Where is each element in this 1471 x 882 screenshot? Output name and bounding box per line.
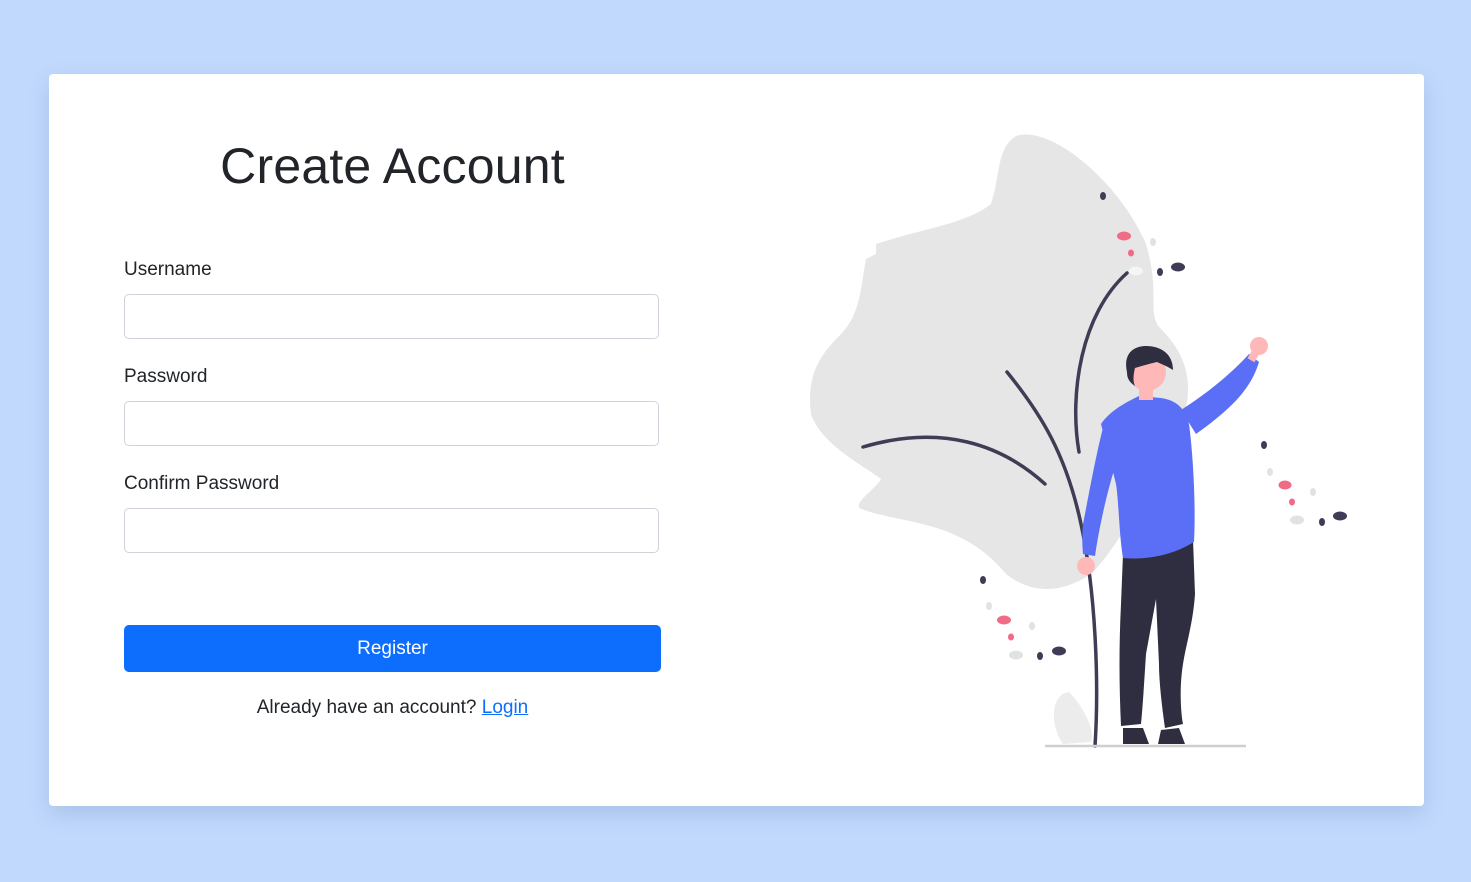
register-button[interactable]: Register — [124, 625, 661, 672]
page-title: Create Account — [220, 138, 565, 194]
confirm-password-input[interactable] — [124, 508, 659, 553]
username-label: Username — [124, 259, 212, 280]
person-waving-illustration — [810, 134, 1347, 748]
password-input[interactable] — [124, 401, 659, 446]
confetti-right — [1261, 441, 1347, 526]
person-arm-raised — [1181, 354, 1259, 434]
login-prompt-line: Already have an account? Login — [124, 695, 661, 721]
username-input[interactable] — [124, 294, 659, 339]
person-shoe-left — [1123, 728, 1149, 744]
ground-leaf — [1053, 692, 1092, 744]
confirm-password-label: Confirm Password — [124, 473, 280, 494]
person-shoe-right — [1158, 728, 1185, 744]
register-card: Create Account Username Password Confirm… — [49, 74, 1424, 806]
person-hand-lowered — [1077, 557, 1095, 575]
person-legs — [1119, 539, 1195, 728]
login-link[interactable]: Login — [482, 697, 529, 718]
login-prompt-text: Already have an account? — [256, 697, 477, 718]
password-label: Password — [124, 366, 208, 387]
